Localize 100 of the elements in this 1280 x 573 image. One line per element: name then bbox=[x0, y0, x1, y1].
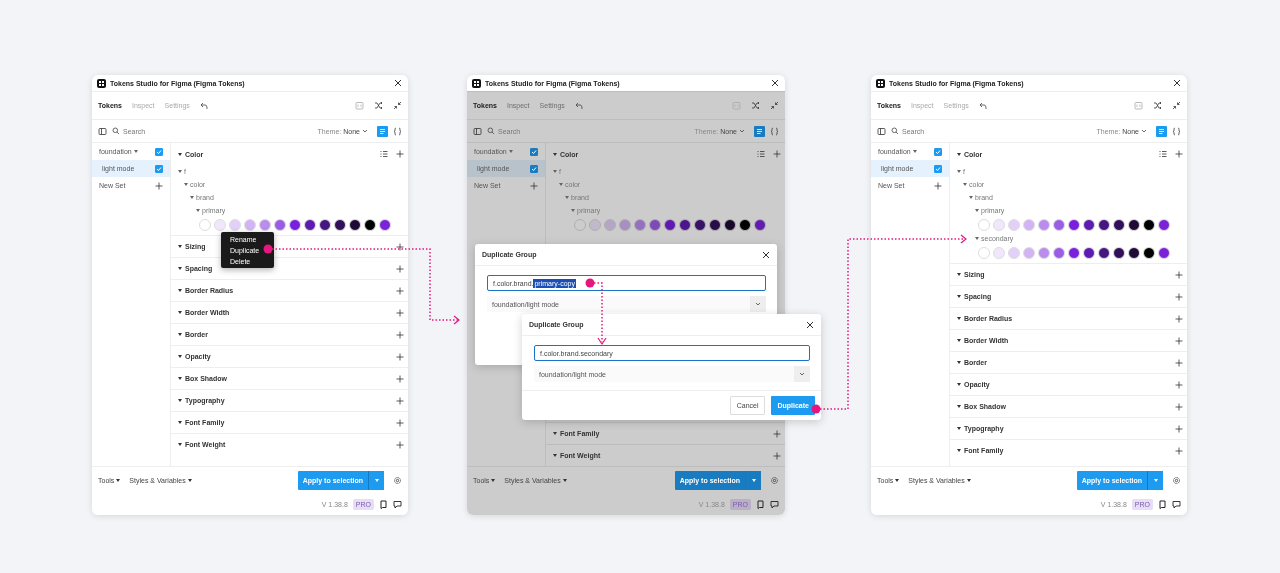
caret-icon[interactable] bbox=[957, 152, 961, 156]
plus-icon[interactable] bbox=[1175, 292, 1183, 301]
plus-icon[interactable] bbox=[396, 242, 404, 251]
color-swatch[interactable] bbox=[664, 218, 676, 231]
sidebar-toggle-icon[interactable] bbox=[98, 126, 107, 136]
color-swatch[interactable] bbox=[274, 218, 286, 231]
color-swatch[interactable] bbox=[1113, 218, 1125, 231]
dropdown-button[interactable] bbox=[745, 470, 761, 490]
color-swatch[interactable] bbox=[1098, 218, 1110, 231]
color-swatch[interactable] bbox=[199, 218, 211, 231]
color-swatch[interactable] bbox=[349, 218, 361, 231]
checkbox[interactable] bbox=[155, 164, 163, 173]
plus-icon[interactable] bbox=[773, 150, 781, 158]
book-icon[interactable] bbox=[1158, 499, 1167, 509]
book-icon[interactable] bbox=[379, 499, 388, 509]
caret-icon[interactable] bbox=[190, 196, 194, 199]
braces-icon[interactable] bbox=[1172, 126, 1181, 136]
plus-icon[interactable] bbox=[396, 440, 404, 449]
list-icon[interactable] bbox=[380, 150, 388, 158]
settings-icon[interactable] bbox=[393, 475, 402, 485]
color-swatch[interactable] bbox=[1083, 218, 1095, 231]
color-swatch[interactable] bbox=[1023, 246, 1035, 259]
plus-icon[interactable] bbox=[530, 181, 538, 190]
shuffle-icon[interactable] bbox=[751, 101, 760, 110]
collapse-icon[interactable] bbox=[1172, 101, 1181, 110]
caret-icon[interactable] bbox=[963, 183, 967, 186]
checkbox[interactable] bbox=[155, 147, 163, 156]
color-swatch[interactable] bbox=[754, 218, 766, 231]
color-swatch[interactable] bbox=[1158, 246, 1170, 259]
checkbox[interactable] bbox=[530, 147, 538, 156]
settings-icon[interactable] bbox=[1172, 475, 1181, 485]
color-swatch[interactable] bbox=[1068, 246, 1080, 259]
plus-icon[interactable] bbox=[1175, 358, 1183, 367]
close-icon[interactable] bbox=[806, 320, 814, 329]
caret-icon[interactable] bbox=[969, 196, 973, 199]
plus-icon[interactable] bbox=[155, 181, 163, 190]
color-swatch[interactable] bbox=[229, 218, 241, 231]
color-swatch[interactable] bbox=[304, 218, 316, 231]
caret-icon[interactable] bbox=[553, 152, 557, 156]
color-swatch[interactable] bbox=[993, 246, 1005, 259]
dropdown-button[interactable] bbox=[1147, 470, 1163, 490]
color-swatch[interactable] bbox=[589, 218, 601, 231]
sidebar-toggle-icon[interactable] bbox=[473, 126, 482, 136]
color-swatch[interactable] bbox=[634, 218, 646, 231]
list-view-icon[interactable] bbox=[377, 125, 388, 137]
color-swatch[interactable] bbox=[978, 246, 990, 259]
color-swatch[interactable] bbox=[1008, 246, 1020, 259]
color-swatch[interactable] bbox=[1008, 218, 1020, 231]
comment-icon[interactable] bbox=[770, 499, 779, 509]
braces-icon[interactable] bbox=[770, 126, 779, 136]
plus-icon[interactable] bbox=[1175, 380, 1183, 389]
color-swatch[interactable] bbox=[993, 218, 1005, 231]
plus-icon[interactable] bbox=[396, 418, 404, 427]
shuffle-icon[interactable] bbox=[1153, 101, 1162, 110]
list-view-icon[interactable] bbox=[1156, 125, 1167, 137]
plus-icon[interactable] bbox=[934, 181, 942, 190]
braces-icon[interactable] bbox=[393, 126, 402, 136]
caret-icon[interactable] bbox=[178, 170, 182, 173]
color-swatch[interactable] bbox=[1038, 246, 1050, 259]
list-icon[interactable] bbox=[757, 150, 765, 158]
plus-icon[interactable] bbox=[1175, 402, 1183, 411]
collapse-icon[interactable] bbox=[393, 101, 402, 110]
color-swatch[interactable] bbox=[1143, 246, 1155, 259]
caret-icon[interactable] bbox=[184, 183, 188, 186]
color-swatch[interactable] bbox=[1053, 218, 1065, 231]
close-icon[interactable] bbox=[1173, 79, 1181, 87]
color-swatch[interactable] bbox=[214, 218, 226, 231]
plus-icon[interactable] bbox=[1175, 446, 1183, 455]
color-swatch[interactable] bbox=[1128, 218, 1140, 231]
plus-icon[interactable] bbox=[396, 264, 404, 273]
color-swatch[interactable] bbox=[379, 218, 391, 231]
checkbox[interactable] bbox=[934, 164, 942, 173]
list-icon[interactable] bbox=[1159, 150, 1167, 158]
color-swatch[interactable] bbox=[1158, 218, 1170, 231]
color-swatch[interactable] bbox=[1143, 218, 1155, 231]
undo-icon[interactable] bbox=[574, 101, 583, 110]
color-swatch[interactable] bbox=[289, 218, 301, 231]
color-swatch[interactable] bbox=[739, 218, 751, 231]
color-swatch[interactable] bbox=[1098, 246, 1110, 259]
plus-icon[interactable] bbox=[396, 150, 404, 158]
plus-icon[interactable] bbox=[396, 352, 404, 361]
caret-icon[interactable] bbox=[975, 209, 979, 212]
list-view-icon[interactable] bbox=[754, 125, 765, 137]
plus-icon[interactable] bbox=[1175, 150, 1183, 158]
color-swatch[interactable] bbox=[709, 218, 721, 231]
color-swatch[interactable] bbox=[649, 218, 661, 231]
dropdown-button[interactable] bbox=[368, 470, 384, 490]
color-swatch[interactable] bbox=[1023, 218, 1035, 231]
caret-icon[interactable] bbox=[957, 170, 961, 173]
color-swatch[interactable] bbox=[319, 218, 331, 231]
caret-icon[interactable] bbox=[975, 237, 979, 240]
close-icon[interactable] bbox=[771, 79, 779, 87]
undo-icon[interactable] bbox=[199, 101, 208, 110]
color-swatch[interactable] bbox=[1068, 218, 1080, 231]
undo-icon[interactable] bbox=[978, 101, 987, 110]
collapse-icon[interactable] bbox=[770, 101, 779, 110]
color-swatch[interactable] bbox=[679, 218, 691, 231]
color-swatch[interactable] bbox=[1128, 246, 1140, 259]
plus-icon[interactable] bbox=[396, 286, 404, 295]
color-swatch[interactable] bbox=[604, 218, 616, 231]
